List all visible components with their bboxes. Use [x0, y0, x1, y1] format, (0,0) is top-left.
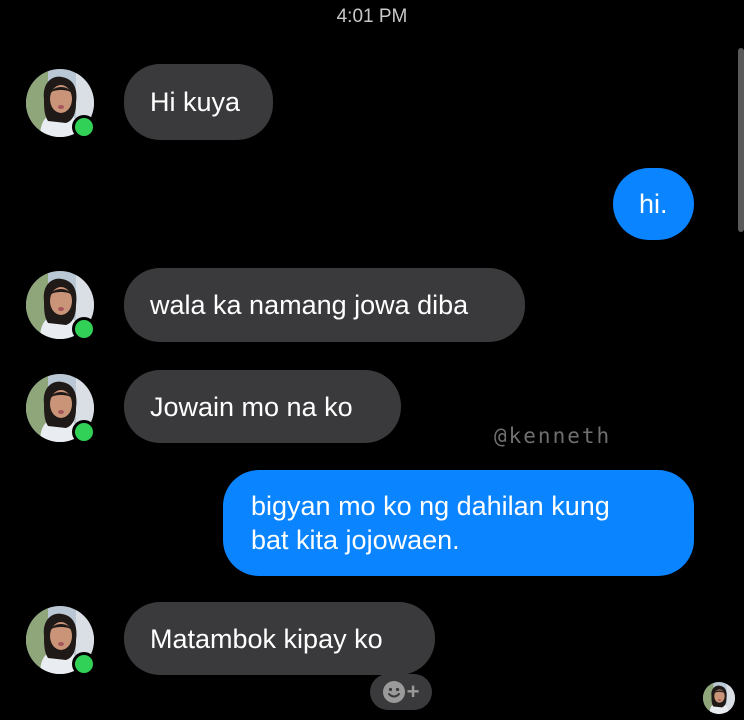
- contact-avatar-icon[interactable]: [26, 271, 96, 341]
- message-timestamp: 4:01 PM: [336, 6, 408, 27]
- online-status-icon: [72, 420, 96, 444]
- incoming-message-bubble[interactable]: Jowain mo na ko: [124, 370, 401, 443]
- outgoing-message-bubble[interactable]: hi.: [613, 168, 694, 240]
- smiley-icon: [382, 681, 405, 703]
- message-text: Jowain mo na ko: [150, 391, 353, 422]
- message-text: Matambok kipay ko: [150, 623, 383, 654]
- incoming-message-bubble[interactable]: wala ka namang jowa diba: [124, 268, 525, 342]
- online-status-icon: [72, 115, 96, 139]
- add-reaction-button[interactable]: +: [370, 674, 432, 710]
- contact-avatar-icon[interactable]: [26, 69, 96, 139]
- plus-icon: +: [406, 679, 420, 704]
- message-text: hi.: [639, 189, 668, 219]
- incoming-message-bubble[interactable]: Hi kuya: [124, 64, 273, 140]
- contact-avatar-icon[interactable]: [26, 606, 96, 676]
- message-text: Hi kuya: [150, 87, 241, 117]
- outgoing-message-bubble[interactable]: bigyan mo ko ng dahilan kung bat kita jo…: [223, 470, 694, 576]
- avatar-image: [703, 682, 735, 714]
- contact-avatar-icon[interactable]: [26, 374, 96, 444]
- read-receipt-avatar-icon: [703, 682, 735, 714]
- online-status-icon: [72, 652, 96, 676]
- watermark: @kenneth: [494, 424, 612, 448]
- message-text-line-1: bigyan mo ko ng dahilan kung: [251, 491, 610, 521]
- incoming-message-bubble[interactable]: Matambok kipay ko: [124, 602, 435, 675]
- online-status-icon: [72, 317, 96, 341]
- message-text-line-2: bat kita jojowaen.: [251, 525, 460, 555]
- message-text: wala ka namang jowa diba: [150, 290, 469, 320]
- scrollbar[interactable]: [738, 48, 744, 232]
